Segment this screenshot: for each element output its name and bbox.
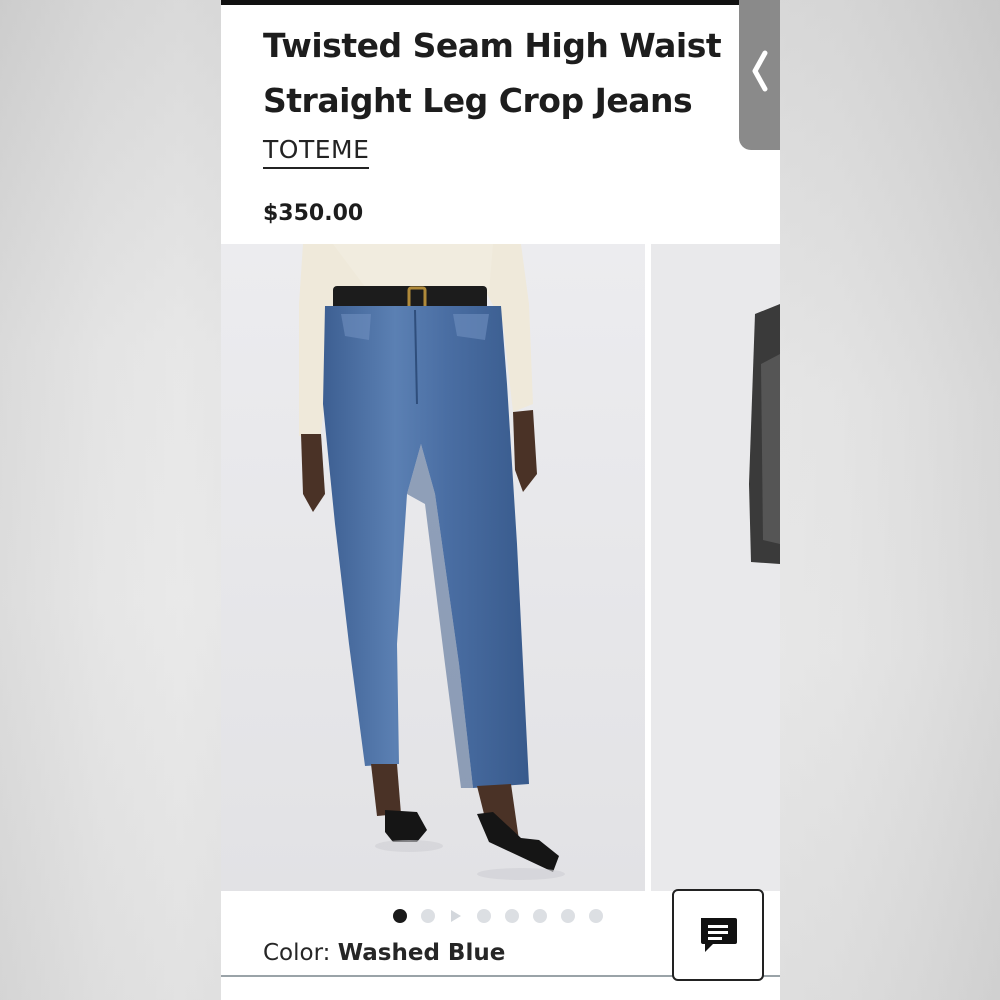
product-price: $350.00 (263, 201, 364, 226)
video-play-icon[interactable] (451, 910, 461, 922)
background-right (779, 0, 1000, 1000)
pagination-dot[interactable] (477, 909, 491, 923)
next-product-image[interactable] (651, 244, 780, 891)
pagination-dot[interactable] (533, 909, 547, 923)
image-gallery[interactable] (221, 244, 780, 891)
top-bar (221, 0, 739, 5)
pagination-dot[interactable] (505, 909, 519, 923)
model-photo (221, 244, 645, 891)
back-button[interactable] (739, 0, 780, 150)
pagination-dot[interactable] (421, 909, 435, 923)
product-image[interactable] (221, 244, 645, 891)
chat-button[interactable] (672, 889, 764, 981)
product-title-line2: Straight Leg Crop Jeans (263, 81, 693, 120)
chevron-left-icon (752, 50, 767, 92)
color-label: Color: (263, 940, 331, 966)
product-page: Twisted Seam High Waist Straight Leg Cro… (221, 0, 780, 1000)
product-title: Twisted Seam High Waist Straight Leg Cro… (263, 18, 733, 128)
pagination-dot-active[interactable] (393, 909, 407, 923)
background-left (0, 0, 221, 1000)
product-title-line1: Twisted Seam High Waist (263, 26, 722, 65)
color-value: Washed Blue (337, 940, 506, 966)
image-pagination[interactable] (393, 908, 603, 924)
pagination-dot[interactable] (589, 909, 603, 923)
next-photo-preview (651, 244, 780, 891)
pagination-dot[interactable] (561, 909, 575, 923)
chat-bubble-icon (701, 918, 737, 952)
brand-link[interactable]: TOTEME (263, 135, 370, 169)
color-selection: Color: Washed Blue (263, 940, 505, 966)
